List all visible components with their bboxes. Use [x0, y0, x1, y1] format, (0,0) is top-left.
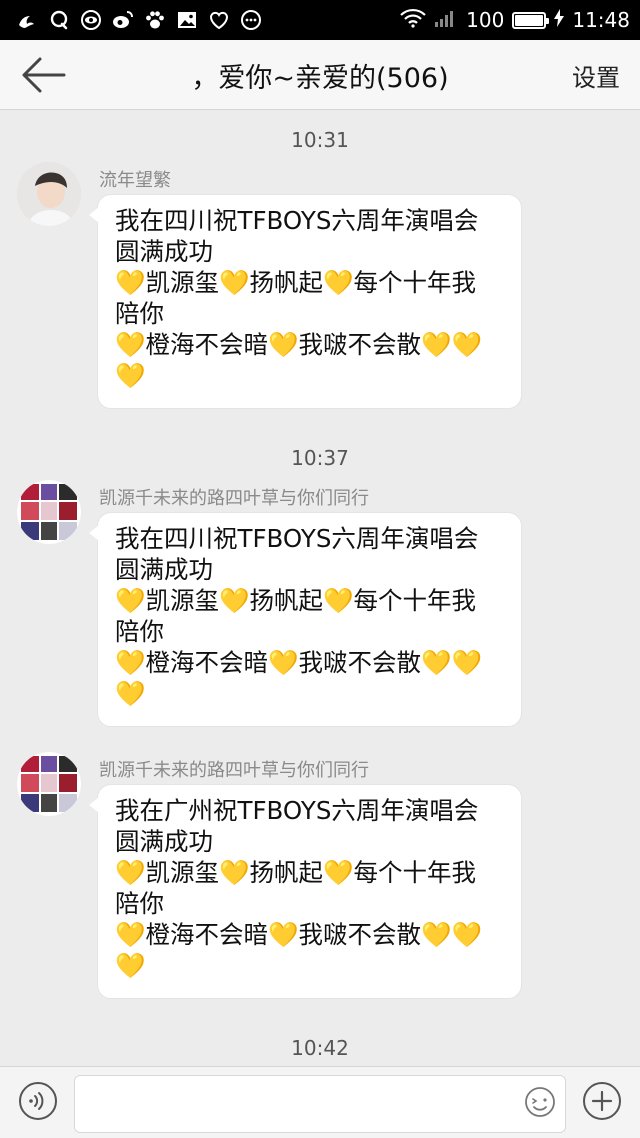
message-line: 💛橙海不会暗💛我啵不会散💛💛: [115, 920, 483, 949]
input-bar: [0, 1066, 640, 1138]
message-line: 陪你: [115, 889, 164, 918]
arrow-left-icon: [22, 57, 66, 93]
message-line: 我在四川祝TFBOYS六周年演唱会: [115, 206, 479, 235]
chat-screen: 100 11:48 ，爱你~亲爱的(506) 设置 10:31 流年望繁 我在四…: [0, 0, 640, 1138]
avatar[interactable]: [17, 480, 81, 544]
plus-icon: [583, 1082, 621, 1120]
voice-button[interactable]: [18, 1081, 58, 1121]
photo-collage-icon: [17, 480, 81, 544]
message-timestamp: 10:42: [291, 1036, 349, 1060]
message-line: 圆满成功: [115, 237, 213, 266]
weibo-icon: [112, 9, 134, 31]
chat-header: ，爱你~亲爱的(506) 设置: [0, 40, 640, 110]
message-line: 圆满成功: [115, 555, 213, 584]
message-timestamp: 10:31: [291, 128, 349, 152]
message-line: 💛橙海不会暗💛我啵不会散💛💛: [115, 330, 483, 359]
message-line: 陪你: [115, 299, 164, 328]
message-line: 💛: [115, 951, 146, 980]
notification-icons: [16, 9, 262, 31]
battery-fill: [515, 14, 544, 26]
message-bubble[interactable]: 我在四川祝TFBOYS六周年演唱会 圆满成功 💛凯源玺💛扬帆起💛每个十年我 陪你…: [89, 194, 522, 409]
smiley-icon: [525, 1087, 555, 1117]
system-status: 100 11:48: [400, 8, 630, 33]
sender-name: 流年望繁: [99, 170, 171, 191]
signal-icon: [434, 8, 458, 33]
group-title: ，爱你~亲爱的(506): [191, 62, 449, 94]
avatar[interactable]: [17, 162, 81, 226]
message-line: 我在广州祝TFBOYS六周年演唱会: [115, 796, 479, 825]
emoji-button[interactable]: [524, 1086, 556, 1118]
more-dots-icon: [240, 9, 262, 31]
message-line: 💛凯源玺💛扬帆起💛每个十年我: [115, 268, 477, 297]
avatar[interactable]: [17, 752, 81, 816]
message-timestamp: 10:37: [291, 446, 349, 470]
message-line: 圆满成功: [115, 827, 213, 856]
user-portrait-icon: [17, 162, 81, 226]
message-line: 我在四川祝TFBOYS六周年演唱会: [115, 524, 479, 553]
settings-button[interactable]: 设置: [572, 40, 620, 110]
qq-icon: [48, 9, 70, 31]
message-line: 💛: [115, 679, 146, 708]
message-line: 💛凯源玺💛扬帆起💛每个十年我: [115, 586, 477, 615]
heart-outline-icon: [208, 9, 230, 31]
battery-level: 100: [466, 8, 505, 32]
clock: 11:48: [572, 8, 630, 32]
message-line: 💛凯源玺💛扬帆起💛每个十年我: [115, 858, 477, 887]
wifi-icon: [400, 8, 426, 33]
message-bubble[interactable]: 我在四川祝TFBOYS六周年演唱会 圆满成功 💛凯源玺💛扬帆起💛每个十年我 陪你…: [89, 512, 522, 727]
eye-app-icon: [80, 9, 102, 31]
message-line: 💛橙海不会暗💛我啵不会散💛💛: [115, 648, 483, 677]
message-line: 💛: [115, 361, 146, 390]
battery-icon: [512, 11, 550, 29]
image-icon: [176, 9, 198, 31]
sender-name: 凯源千未来的路四叶草与你们同行: [99, 760, 369, 781]
sender-name: 凯源千未来的路四叶草与你们同行: [99, 488, 369, 509]
more-options-button[interactable]: [582, 1081, 622, 1121]
photo-collage-icon: [17, 752, 81, 816]
paw-icon: [144, 9, 166, 31]
charging-icon: [554, 8, 565, 32]
uc-browser-icon: [16, 9, 38, 31]
message-line: 陪你: [115, 617, 164, 646]
message-bubble[interactable]: 我在广州祝TFBOYS六周年演唱会 圆满成功 💛凯源玺💛扬帆起💛每个十年我 陪你…: [89, 784, 522, 999]
status-bar: 100 11:48: [0, 0, 640, 40]
voice-icon: [19, 1082, 57, 1120]
back-button[interactable]: [20, 56, 68, 94]
message-input[interactable]: [74, 1075, 566, 1133]
